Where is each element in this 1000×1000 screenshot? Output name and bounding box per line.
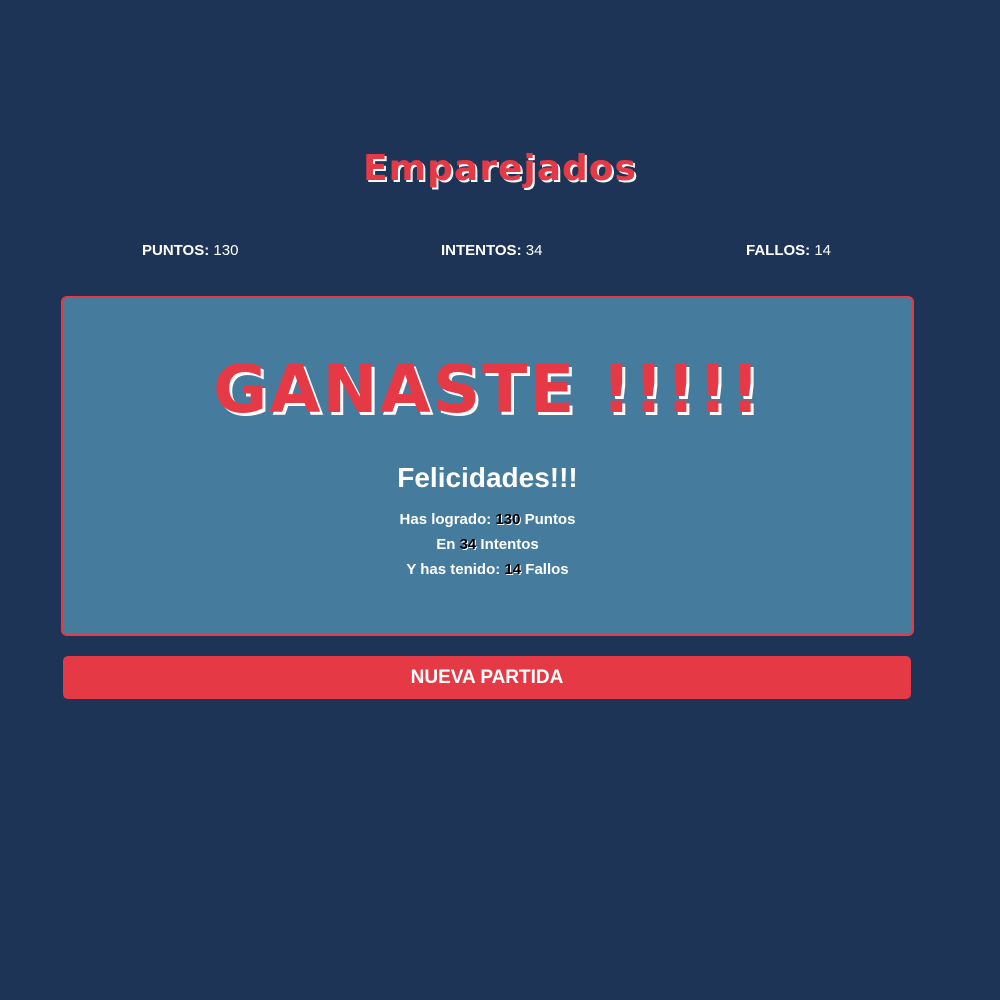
stat-intentos-value: 34	[525, 242, 543, 259]
summary-attempts-suffix: Intentos	[480, 536, 539, 553]
game-screen: Emparejados PUNTOS: 130 INTENTOS: 34 FAL…	[0, 0, 1000, 1000]
summary-fails: Y has tenido: 14 Fallos	[63, 561, 912, 578]
stat-fallos: FALLOS: 14	[746, 242, 831, 259]
win-title: GANASTE !!!!!	[213, 351, 762, 428]
result-panel: GANASTE !!!!! Felicidades!!! Has logrado…	[61, 296, 914, 636]
summary-attempts-value: 34	[459, 536, 477, 553]
summary-attempts-prefix: En	[436, 536, 456, 553]
new-game-button[interactable]: NUEVA PARTIDA	[63, 656, 911, 699]
summary-attempts: En 34 Intentos	[63, 536, 912, 553]
summary-points: Has logrado: 130 Puntos	[63, 511, 912, 528]
summary-fails-value: 14	[504, 561, 522, 578]
stat-intentos: INTENTOS: 34	[441, 242, 542, 259]
summary-points-value: 130	[495, 511, 521, 528]
stat-fallos-value: 14	[814, 242, 832, 259]
summary-fails-prefix: Y has tenido:	[406, 561, 501, 578]
app-title: Emparejados	[363, 148, 637, 189]
congrats-heading: Felicidades!!!	[397, 462, 578, 493]
stat-fallos-label: FALLOS:	[746, 242, 811, 259]
summary-points-suffix: Puntos	[524, 511, 576, 528]
stat-puntos: PUNTOS: 130	[142, 242, 238, 259]
stat-intentos-label: INTENTOS:	[441, 242, 522, 259]
summary-fails-suffix: Fallos	[525, 561, 569, 578]
summary-points-prefix: Has logrado:	[399, 511, 492, 528]
stat-puntos-value: 130	[213, 242, 239, 259]
scoreboard: PUNTOS: 130 INTENTOS: 34 FALLOS: 14	[0, 242, 1000, 262]
stat-puntos-label: PUNTOS:	[142, 242, 210, 259]
